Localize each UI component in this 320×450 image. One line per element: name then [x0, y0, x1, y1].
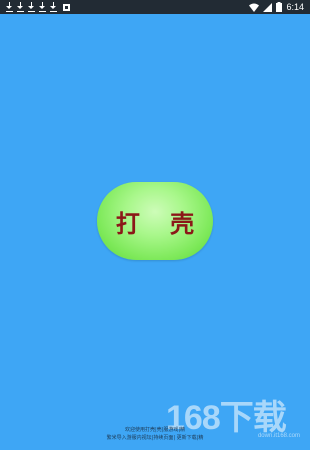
status-time: 6:14 — [286, 2, 304, 12]
footer-notice: 欢迎使用打壳|壳|服游戏|精 繁米导入游服内视坛|持续页面| 更新下载|精 — [0, 426, 310, 442]
signal-icon — [263, 2, 273, 12]
footer-line-1: 欢迎使用打壳|壳|服游戏|精 — [124, 427, 186, 433]
notification-icons — [6, 0, 70, 14]
start-shell-button[interactable]: 打 壳 — [97, 182, 213, 260]
app-screen: 6:14 打 壳 168下载 down.it168.com 欢迎使用打壳|壳|服… — [0, 0, 310, 450]
download-icon — [6, 2, 13, 12]
download-icon — [28, 2, 35, 12]
battery-icon — [276, 2, 283, 12]
download-icon — [39, 2, 46, 12]
download-icon — [50, 2, 57, 12]
app-notification-icon — [63, 3, 70, 11]
download-icon — [17, 2, 24, 12]
status-bar: 6:14 — [0, 0, 310, 14]
system-status: 6:14 — [249, 0, 304, 14]
footer-line-2: 繁米导入游服内视坛|持续页面| 更新下载|精 — [106, 435, 204, 441]
wifi-icon — [249, 3, 260, 12]
start-shell-button-label: 打 壳 — [115, 209, 206, 238]
